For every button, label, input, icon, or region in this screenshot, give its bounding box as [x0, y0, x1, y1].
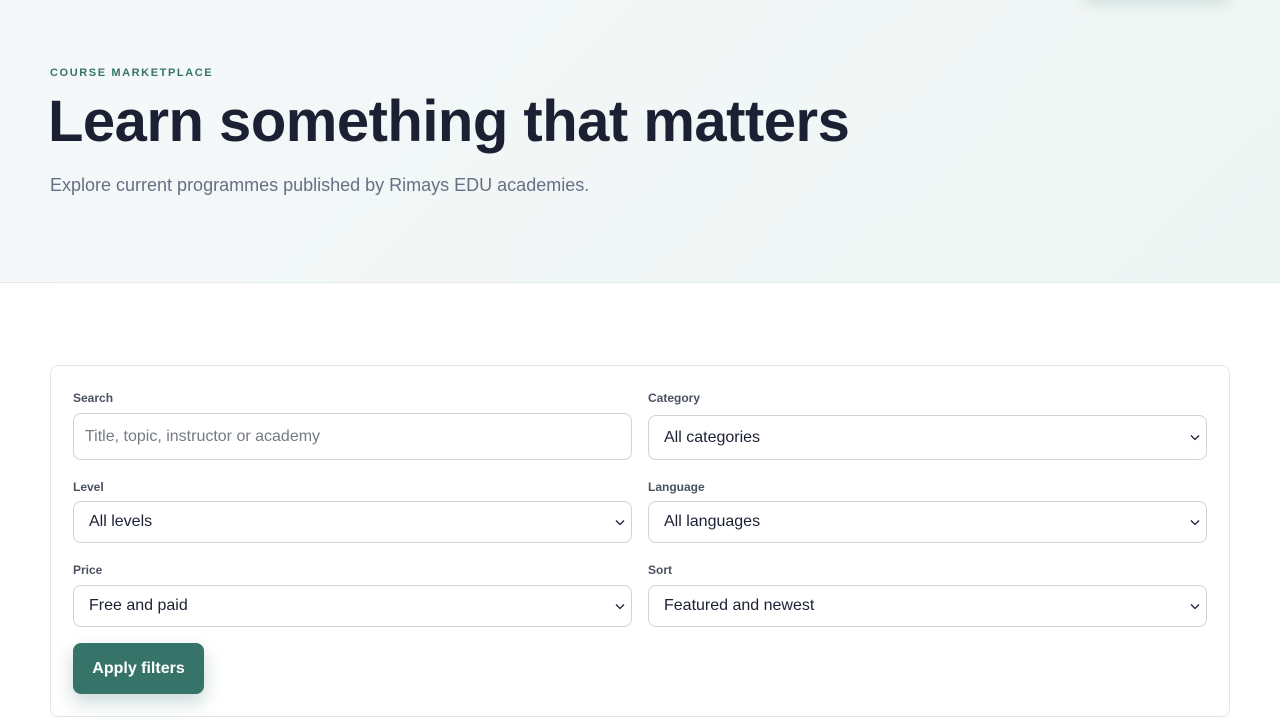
- page-subtitle: Explore current programmes published by …: [50, 175, 590, 195]
- apply-filters-button[interactable]: Apply filters: [73, 643, 204, 694]
- sort-select[interactable]: Featured and newest: [648, 585, 1207, 627]
- level-label: Level: [73, 480, 104, 494]
- level-select[interactable]: All levels: [73, 501, 632, 543]
- category-value: All categories: [664, 428, 761, 446]
- eyebrow-label: COURSE MARKETPLACE: [50, 67, 214, 79]
- hero-section: COURSE MARKETPLACE Learn something that …: [0, 0, 1280, 283]
- level-value: All levels: [89, 513, 153, 530]
- category-select[interactable]: All categories: [648, 415, 1207, 460]
- chevron-down-icon: [1190, 433, 1200, 443]
- chevron-down-icon: [1190, 601, 1200, 611]
- language-label: Language: [648, 480, 705, 494]
- chevron-down-icon: [615, 601, 625, 611]
- sort-label: Sort: [648, 563, 672, 577]
- language-value: All languages: [664, 513, 761, 530]
- search-placeholder: Title, topic, instructor or academy: [85, 427, 321, 445]
- category-label: Category: [648, 391, 701, 405]
- filter-panel: Search Title, topic, instructor or acade…: [50, 365, 1230, 717]
- price-select[interactable]: Free and paid: [73, 585, 632, 627]
- price-label: Price: [73, 563, 103, 577]
- sort-value: Featured and newest: [664, 597, 815, 614]
- chevron-down-icon: [615, 517, 625, 527]
- search-input[interactable]: Title, topic, instructor or academy: [73, 413, 632, 460]
- price-value: Free and paid: [89, 597, 188, 614]
- language-select[interactable]: All languages: [648, 501, 1207, 543]
- page-title: Learn something that matters: [48, 89, 850, 154]
- chevron-down-icon: [1190, 517, 1200, 527]
- search-label: Search: [73, 391, 114, 405]
